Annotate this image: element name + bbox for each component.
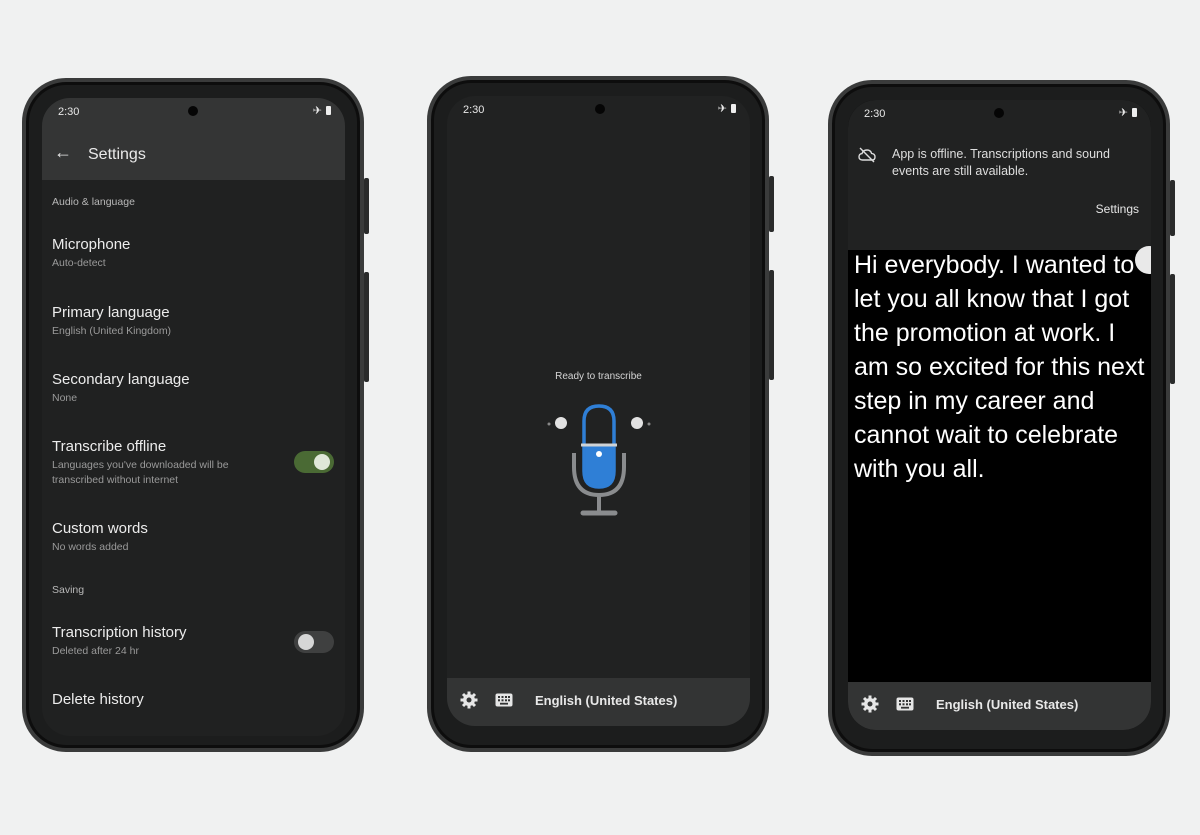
airplane-icon: ✈ (717, 103, 727, 115)
transcription-history-toggle[interactable] (294, 631, 334, 653)
setting-title: Microphone (52, 236, 131, 253)
phone-offline: 2:30 ✈ App is offline. Transcriptions an… (828, 80, 1175, 756)
toggle-knob (298, 634, 314, 650)
ready-to-transcribe-label: Ready to transcribe (555, 371, 642, 382)
keyboard-icon[interactable] (896, 697, 914, 711)
offline-notice-banner: 2:30 ✈ App is offline. Transcriptions an… (848, 100, 1151, 250)
airplane-icon: ✈ (1118, 107, 1128, 119)
bottom-bar: English (United States) (447, 678, 750, 726)
front-camera (595, 104, 605, 114)
transcribe-screen: 2:30 ✈ Ready to transcribe English (Unit… (447, 96, 750, 726)
status-time: 2:30 (463, 104, 485, 116)
subtitle-line: transcribed without internet (52, 474, 179, 486)
setting-title: Custom words (52, 520, 148, 537)
setting-title: Secondary language (52, 371, 190, 388)
setting-subtitle: Languages you've downloaded will be tran… (52, 458, 282, 488)
toggle-knob (314, 454, 330, 470)
setting-subtitle: No words added (52, 541, 129, 553)
setting-title: Transcribe offline (52, 438, 167, 455)
subtitle-line: Languages you've downloaded will be (52, 459, 229, 471)
settings-link[interactable]: Settings (1096, 202, 1139, 216)
cloud-off-icon (858, 147, 876, 163)
caption-screen: 2:30 ✈ App is offline. Transcriptions an… (848, 100, 1151, 730)
live-caption-text: Hi everybody. I wanted to let you all kn… (854, 251, 1145, 483)
settings-app-bar: 2:30 ✈ ← Settings (42, 98, 345, 180)
status-time: 2:30 (864, 108, 886, 120)
setting-transcription-history[interactable]: Transcription history Deleted after 24 h… (52, 624, 282, 659)
side-button (364, 272, 369, 382)
keyboard-icon[interactable] (495, 693, 513, 707)
front-camera (994, 108, 1004, 118)
bottom-bar: English (United States) (848, 682, 1151, 730)
microphone-icon[interactable] (529, 401, 669, 521)
phone-settings: 2:30 ✈ ← Settings Audio & language Micro… (22, 78, 369, 752)
battery-icon (326, 106, 331, 115)
language-selector[interactable]: English (United States) (936, 697, 1078, 712)
side-button (1170, 180, 1175, 236)
setting-title: Transcription history (52, 624, 187, 641)
side-button (769, 270, 774, 380)
setting-microphone[interactable]: Microphone Auto-detect (52, 236, 342, 271)
gear-icon[interactable] (459, 690, 479, 710)
front-camera (188, 106, 198, 116)
phone-transcribe: 2:30 ✈ Ready to transcribe English (Unit… (427, 76, 774, 752)
setting-custom-words[interactable]: Custom words No words added (52, 520, 342, 555)
setting-subtitle: None (52, 392, 78, 404)
side-button (364, 178, 369, 234)
setting-subtitle: Deleted after 24 hr (52, 645, 139, 657)
section-header-saving: Saving (52, 584, 85, 596)
back-arrow-icon[interactable]: ← (54, 142, 72, 163)
setting-delete-history[interactable]: Delete history (52, 691, 342, 709)
battery-icon (731, 104, 736, 113)
setting-primary-language[interactable]: Primary language English (United Kingdom… (52, 304, 342, 339)
setting-title: Primary language (52, 304, 170, 321)
setting-subtitle: Auto-detect (52, 257, 106, 269)
transcribe-offline-toggle[interactable] (294, 451, 334, 473)
status-time: 2:30 (58, 106, 80, 118)
page-title: Settings (88, 146, 146, 163)
offline-message: App is offline. Transcriptions and sound… (892, 147, 1110, 178)
setting-title: Delete history (52, 691, 144, 708)
gear-icon[interactable] (860, 694, 880, 714)
airplane-icon: ✈ (312, 105, 322, 117)
settings-screen: 2:30 ✈ ← Settings Audio & language Micro… (42, 98, 345, 736)
side-button (1170, 274, 1175, 384)
setting-transcribe-offline[interactable]: Transcribe offline Languages you've down… (52, 438, 282, 488)
setting-secondary-language[interactable]: Secondary language None (52, 371, 342, 406)
language-selector[interactable]: English (United States) (535, 693, 677, 708)
setting-subtitle: English (United Kingdom) (52, 325, 172, 337)
battery-icon (1132, 108, 1137, 117)
section-header-audio: Audio & language (52, 196, 135, 208)
side-button (769, 176, 774, 232)
